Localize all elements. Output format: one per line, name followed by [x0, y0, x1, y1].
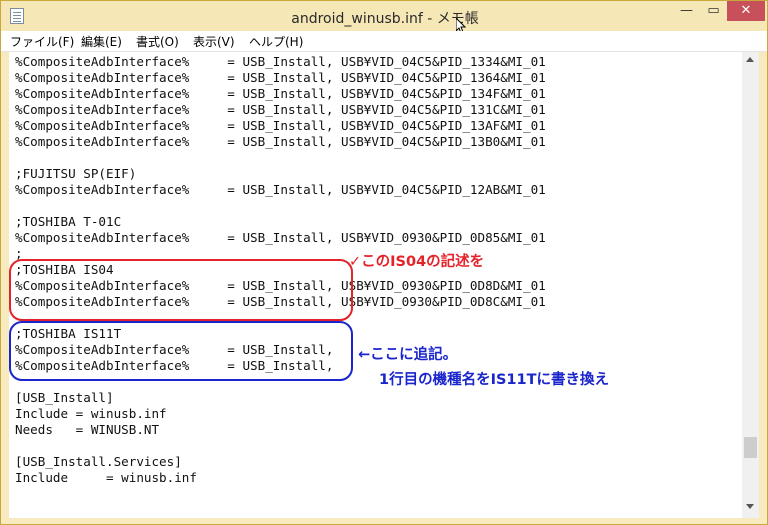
menu-file[interactable]: ファイル(F) — [10, 33, 74, 50]
is11t-highlight-box — [9, 321, 353, 381]
maximize-button[interactable]: ▭ — [700, 1, 727, 21]
text-line: [USB_Install] — [15, 390, 114, 405]
scroll-thumb[interactable] — [744, 437, 757, 458]
scroll-down-icon[interactable] — [746, 504, 754, 509]
notepad-window: android_winusb.inf - メモ帳 — ▭ ✕ ファイル(F) 編… — [0, 0, 768, 525]
text-line: %CompositeAdbInterface% = USB_Install, U… — [15, 182, 546, 197]
annotation-rename: 1行目の機種名をIS11Tに書き換え — [379, 372, 609, 388]
annotation-add-here: ←ここに追記。 — [358, 347, 458, 363]
vertical-scrollbar[interactable] — [742, 52, 759, 518]
menu-edit[interactable]: 編集(E) — [81, 33, 122, 50]
text-line: Include = winusb.inf — [15, 406, 167, 421]
text-line: %CompositeAdbInterface% = USB_Install, U… — [15, 118, 546, 133]
menu-help[interactable]: ヘルプ(H) — [249, 33, 303, 50]
text-line: Include = winusb.inf — [15, 470, 197, 485]
minimize-button[interactable]: — — [673, 1, 700, 21]
close-button[interactable]: ✕ — [727, 1, 765, 21]
menu-format[interactable]: 書式(O) — [136, 33, 179, 50]
text-line: ;TOSHIBA T-01C — [15, 214, 122, 229]
text-line: %CompositeAdbInterface% = USB_Install, U… — [15, 230, 546, 245]
menu-bar: ファイル(F) 編集(E) 書式(O) 表示(V) ヘルプ(H) — [1, 31, 767, 52]
window-title: android_winusb.inf - メモ帳 — [291, 11, 479, 27]
text-line: %CompositeAdbInterface% = USB_Install, U… — [15, 102, 546, 117]
text-line: Needs = WINUSB.NT — [15, 422, 160, 437]
menu-view[interactable]: 表示(V) — [193, 33, 235, 50]
text-line: %CompositeAdbInterface% = USB_Install, U… — [15, 86, 546, 101]
is04-highlight-box — [9, 259, 353, 321]
text-line: %CompositeAdbInterface% = USB_Install, U… — [15, 54, 546, 69]
text-line: %CompositeAdbInterface% = USB_Install, U… — [15, 134, 546, 149]
title-bar[interactable]: android_winusb.inf - メモ帳 — ▭ ✕ — [1, 1, 767, 34]
annotation-is04: ✓このIS04の記述を — [349, 254, 485, 270]
text-line: [USB_Install.Services] — [15, 454, 182, 469]
text-line: %CompositeAdbInterface% = USB_Install, U… — [15, 70, 546, 85]
scroll-up-icon[interactable] — [746, 57, 754, 62]
text-line: ;FUJITSU SP(EIF) — [15, 166, 137, 181]
